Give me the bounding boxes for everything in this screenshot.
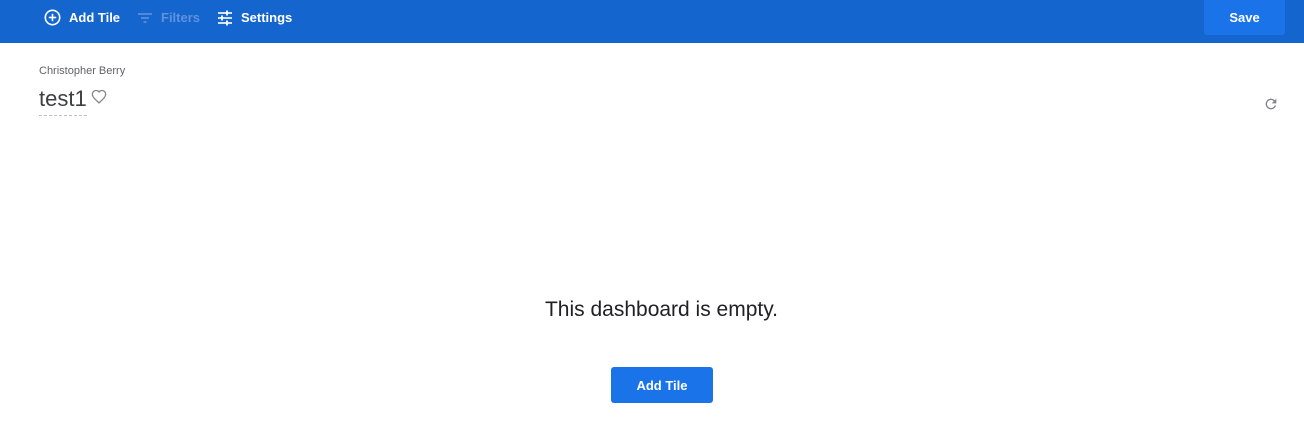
refresh-icon[interactable] [1263, 96, 1279, 117]
dashboard-author: Christopher Berry [39, 65, 126, 77]
toolbar-add-tile-button[interactable]: Add Tile [44, 0, 120, 35]
toolbar-settings-button[interactable]: Settings [217, 0, 292, 35]
toolbar-settings-label: Settings [241, 10, 293, 25]
toolbar-filters-button[interactable]: Filters [137, 0, 200, 35]
filter-icon [137, 12, 153, 24]
heart-outline-icon[interactable] [91, 89, 107, 109]
dashboard-title[interactable]: test1 [39, 86, 87, 116]
toolbar-add-tile-label: Add Tile [69, 10, 121, 25]
tune-icon [217, 10, 233, 26]
save-button[interactable]: Save [1204, 0, 1285, 35]
dashboard-toolbar: Add Tile Filters Settings Save [0, 0, 1304, 43]
add-circle-icon [44, 9, 61, 26]
add-tile-button[interactable]: Add Tile [611, 367, 713, 403]
empty-state-message: This dashboard is empty. [544, 298, 779, 321]
toolbar-filters-label: Filters [161, 10, 201, 25]
dashboard-title-row: test1 [39, 86, 107, 116]
